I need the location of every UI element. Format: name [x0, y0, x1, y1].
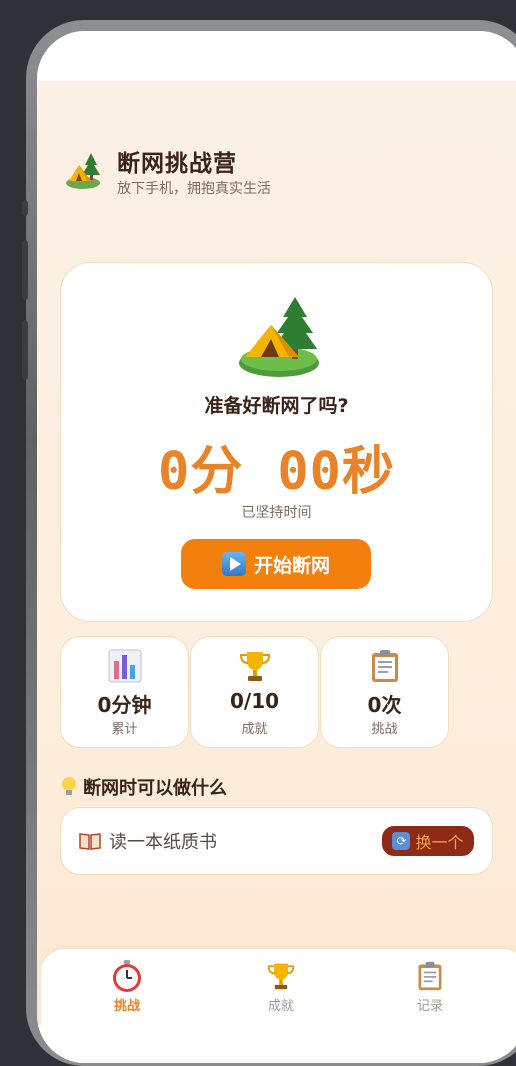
- app-title: 断网挑战营: [117, 151, 237, 177]
- bottom-tab-bar: 挑战 成就 记录: [41, 949, 516, 1025]
- app-subtitle: 放下手机，拥抱真实生活: [117, 181, 271, 197]
- tab-label: 挑战: [113, 999, 140, 1014]
- timer-seconds: 00秒: [277, 442, 395, 502]
- tab-challenge[interactable]: 挑战: [87, 959, 167, 1014]
- stat-card-achievements: 0/10 成就: [190, 636, 319, 748]
- tab-label: 成就: [267, 999, 294, 1014]
- start-button-label: 开始断网: [253, 554, 330, 577]
- suggestion-card: 读一本纸质书 ⟳ 换一个: [60, 807, 493, 875]
- camping-tent-icon: [239, 297, 319, 377]
- stat-label: 成就: [241, 722, 268, 737]
- timer-card: 准备好断网了吗? 0分 00秒 已坚持时间 开始断网: [60, 262, 493, 622]
- swap-button-label: 换一个: [415, 833, 464, 852]
- section-title-text: 断网时可以做什么: [83, 778, 227, 799]
- elapsed-timer: 0分 00秒: [61, 429, 492, 504]
- swap-suggestion-button[interactable]: ⟳ 换一个: [382, 826, 474, 856]
- trophy-icon: [239, 652, 270, 681]
- clipboard-icon: [418, 961, 442, 991]
- ready-prompt: 准备好断网了吗?: [204, 395, 349, 417]
- stat-label: 挑战: [371, 722, 398, 737]
- refresh-icon: ⟳: [392, 832, 411, 850]
- suggestion-section-title: 断网时可以做什么: [61, 774, 227, 800]
- home-indicator-area: [37, 1025, 516, 1063]
- camping-tent-icon: [66, 153, 100, 189]
- status-bar: [37, 31, 516, 81]
- stat-value: 0/10: [229, 689, 280, 713]
- elapsed-time-label: 已坚持时间: [241, 505, 312, 521]
- start-disconnect-button[interactable]: 开始断网: [181, 539, 371, 589]
- tab-records[interactable]: 记录: [390, 959, 470, 1014]
- clipboard-icon: [371, 650, 398, 682]
- timer-minutes: 0分: [158, 442, 244, 502]
- suggestion-text: 读一本纸质书: [109, 832, 217, 853]
- side-button: [22, 240, 28, 300]
- stat-value: 0分钟: [97, 693, 152, 717]
- play-icon: [221, 552, 246, 576]
- tab-achievements[interactable]: 成就: [241, 959, 321, 1014]
- stat-label: 累计: [111, 722, 138, 737]
- bar-chart-icon: [108, 649, 141, 683]
- stopwatch-icon: [113, 960, 141, 992]
- open-book-icon: [79, 833, 101, 850]
- tab-label: 记录: [416, 999, 443, 1014]
- stat-value: 0次: [367, 693, 402, 717]
- side-button: [22, 320, 28, 380]
- stat-card-total-time: 0分钟 累计: [60, 636, 189, 748]
- stat-card-challenges: 0次 挑战: [320, 636, 449, 748]
- side-button: [22, 200, 28, 216]
- app-screen: 断网挑战营 放下手机，拥抱真实生活 准备好断网了吗? 0分 00秒 已坚持时间 开…: [37, 31, 516, 1063]
- lightbulb-icon: [62, 777, 76, 795]
- suggestion-item: 读一本纸质书: [79, 828, 217, 854]
- trophy-icon: [267, 963, 295, 990]
